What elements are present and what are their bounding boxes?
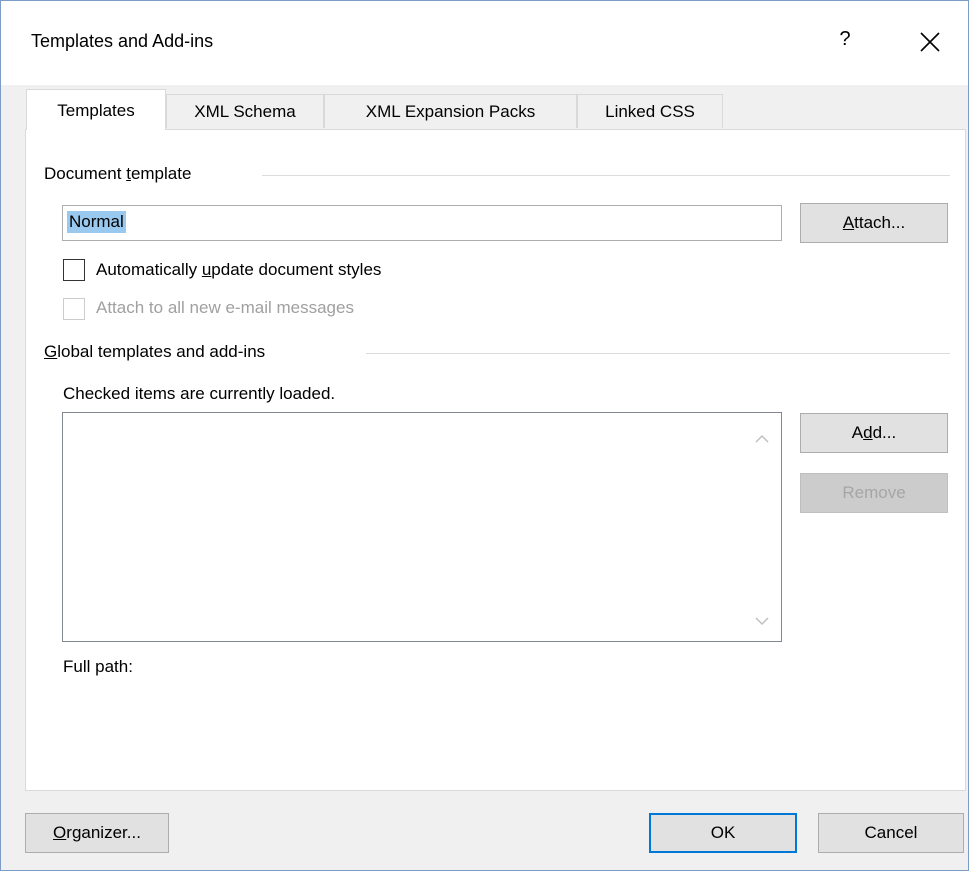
group-divider — [262, 175, 950, 176]
templates-addins-dialog: Templates and Add-ins ? Templates XML Sc… — [0, 0, 969, 871]
tab-label: Linked CSS — [605, 102, 695, 121]
tab-label: Templates — [57, 101, 135, 120]
tab-label: XML Schema — [194, 102, 296, 121]
global-templates-group-label: Global templates and add-ins — [44, 342, 276, 362]
auto-update-checkbox[interactable] — [63, 259, 85, 281]
cancel-button[interactable]: Cancel — [818, 813, 964, 853]
dialog-title: Templates and Add-ins — [31, 31, 214, 51]
auto-update-label: Automatically update document styles — [96, 260, 382, 279]
close-icon[interactable] — [919, 31, 941, 53]
loaded-items-hint: Checked items are currently loaded. — [63, 384, 336, 403]
global-templates-list[interactable] — [62, 412, 782, 642]
remove-button[interactable]: Remove — [800, 473, 948, 513]
templates-tab-panel: Document template Normal Attach... Autom… — [25, 129, 966, 791]
tab-xml-schema[interactable]: XML Schema — [166, 94, 324, 128]
tab-linked-css[interactable]: Linked CSS — [577, 94, 723, 128]
add-button[interactable]: Add... — [800, 413, 948, 453]
chevron-up-icon[interactable] — [753, 431, 771, 445]
tab-label: XML Expansion Packs — [365, 102, 536, 121]
document-template-input[interactable]: Normal — [62, 205, 782, 241]
chevron-down-icon[interactable] — [753, 613, 771, 627]
help-button[interactable]: ? — [835, 28, 855, 51]
tab-templates[interactable]: Templates — [26, 89, 166, 130]
organizer-button[interactable]: Organizer... — [25, 813, 169, 853]
attach-button[interactable]: Attach... — [800, 203, 948, 243]
full-path-label: Full path: — [63, 657, 133, 676]
tab-xml-expansion-packs[interactable]: XML Expansion Packs — [324, 94, 577, 128]
group-divider — [366, 353, 950, 354]
document-template-group-label: Document template — [44, 164, 202, 184]
title-bar: Templates and Add-ins ? — [1, 1, 968, 85]
attach-email-label: Attach to all new e-mail messages — [96, 298, 354, 317]
document-template-value: Normal — [67, 211, 126, 233]
ok-button[interactable]: OK — [649, 813, 797, 853]
attach-email-checkbox[interactable] — [63, 298, 85, 320]
